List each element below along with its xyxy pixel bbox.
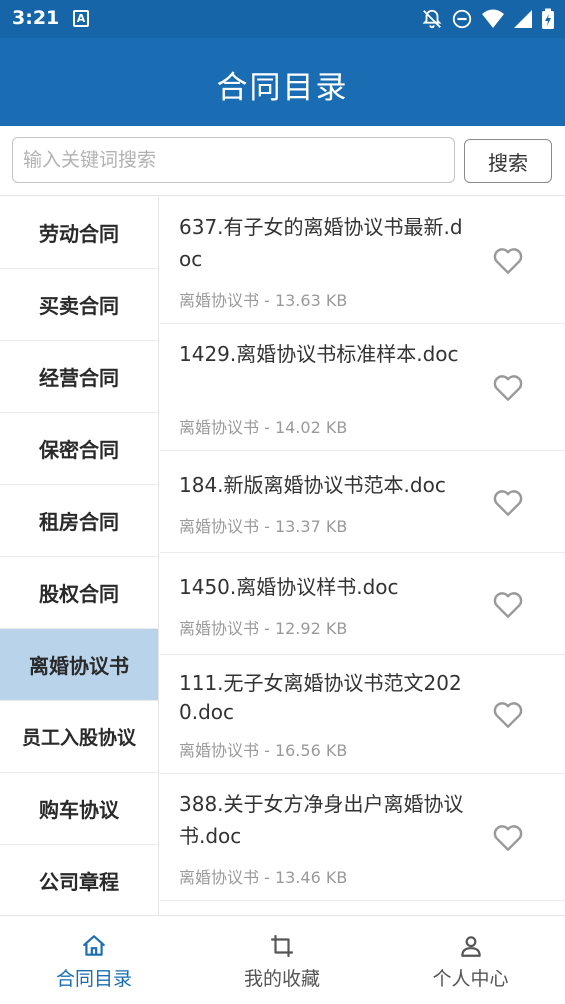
file-meta: 离婚协议书 - 16.56 KB (179, 741, 348, 760)
file-meta: 离婚协议书 - 13.46 KB (179, 868, 348, 887)
search-button[interactable]: 搜索 (464, 139, 552, 183)
heart-icon[interactable] (492, 372, 524, 402)
wifi-icon (482, 9, 504, 28)
signal-icon (514, 10, 532, 28)
file-title[interactable]: 388.关于女方净身出户离婚协议书.doc (179, 788, 469, 852)
nav-label: 我的收藏 (243, 968, 320, 990)
heart-icon[interactable] (492, 699, 524, 729)
category-item-equity[interactable]: 股权合同 (0, 557, 158, 629)
category-item-business[interactable]: 经营合同 (0, 341, 158, 413)
category-item-articles[interactable]: 公司章程 (0, 845, 158, 915)
heart-icon[interactable] (492, 589, 524, 619)
do-not-disturb-icon (452, 9, 472, 29)
nav-personal-center[interactable]: 个人中心 (376, 916, 565, 1004)
file-meta: 离婚协议书 - 12.92 KB (179, 619, 348, 638)
heart-icon[interactable] (492, 487, 524, 517)
file-title[interactable]: 184.新版离婚协议书范本.doc (179, 469, 479, 501)
search-input[interactable] (12, 137, 455, 183)
bottom-nav: 合同目录 我的收藏 个人中心 (0, 915, 565, 1004)
heart-icon[interactable] (492, 822, 524, 852)
nav-label: 合同目录 (55, 968, 132, 990)
notification-a-icon: A (73, 10, 89, 27)
file-title[interactable]: 1429.离婚协议书标准样本.doc (179, 338, 469, 370)
list-item[interactable]: 111.无子女离婚协议书范文2020.doc 离婚协议书 - 16.56 KB (160, 655, 565, 774)
list-item[interactable]: 637.有子女的离婚协议书最新.doc 离婚协议书 - 13.63 KB (160, 197, 565, 324)
status-time: 3:21 (12, 7, 60, 29)
file-meta: 离婚协议书 - 13.63 KB (179, 291, 348, 310)
file-title[interactable]: 111.无子女离婚协议书范文2020.doc (179, 669, 469, 727)
list-item[interactable]: 1429.离婚协议书标准样本.doc 离婚协议书 - 14.02 KB (160, 324, 565, 451)
category-item-rental[interactable]: 租房合同 (0, 485, 158, 557)
heart-icon[interactable] (492, 245, 524, 275)
crop-icon (271, 935, 293, 957)
file-title[interactable]: 1450.离婚协议样书.doc (179, 571, 469, 603)
nav-label: 个人中心 (432, 968, 509, 990)
list-item[interactable]: 388.关于女方净身出户离婚协议书.doc 离婚协议书 - 13.46 KB (160, 774, 565, 901)
file-meta: 离婚协议书 - 13.37 KB (179, 517, 348, 536)
status-bar: 3:21 A (0, 0, 565, 38)
category-item-confidentiality[interactable]: 保密合同 (0, 413, 158, 485)
search-bar: 搜索 (0, 126, 565, 196)
file-title[interactable]: 637.有子女的离婚协议书最新.doc (179, 211, 469, 275)
app-header: 合同目录 (0, 38, 565, 126)
category-item-labor[interactable]: 劳动合同 (0, 197, 158, 269)
status-icons (421, 7, 555, 31)
category-item-sales[interactable]: 买卖合同 (0, 269, 158, 341)
file-meta: 离婚协议书 - 14.02 KB (179, 418, 348, 437)
category-item-car-purchase[interactable]: 购车协议 (0, 773, 158, 845)
list-item[interactable]: 1450.离婚协议样书.doc 离婚协议书 - 12.92 KB (160, 553, 565, 655)
list-item[interactable]: 184.新版离婚协议书范本.doc 离婚协议书 - 13.37 KB (160, 451, 565, 553)
nav-my-favorites[interactable]: 我的收藏 (188, 916, 376, 1004)
page-title: 合同目录 (216, 70, 349, 106)
nav-contract-catalog[interactable]: 合同目录 (0, 916, 188, 1004)
category-item-employee-shares[interactable]: 员工入股协议 (0, 701, 158, 773)
category-sidebar: 劳动合同 买卖合同 经营合同 保密合同 租房合同 股权合同 离婚协议书 员工入股… (0, 197, 159, 915)
battery-icon (542, 8, 554, 29)
notifications-off-icon (422, 9, 442, 29)
home-icon (83, 935, 105, 956)
user-icon (460, 936, 481, 957)
file-list: 637.有子女的离婚协议书最新.doc 离婚协议书 - 13.63 KB 142… (160, 197, 565, 915)
category-item-divorce[interactable]: 离婚协议书 (0, 629, 158, 701)
